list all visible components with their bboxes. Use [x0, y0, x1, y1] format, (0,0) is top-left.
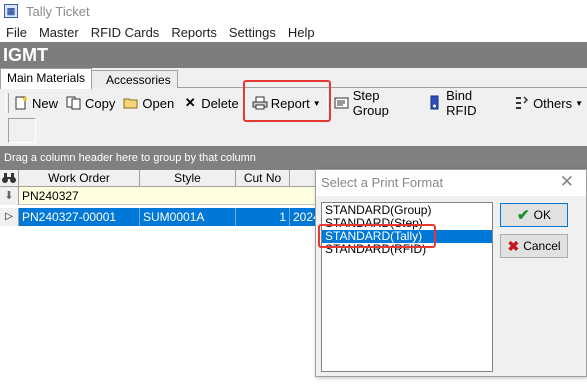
menu-rfid-cards[interactable]: RFID Cards: [85, 25, 166, 40]
column-cut-no[interactable]: Cut No: [236, 170, 290, 187]
menu-bar: File Master RFID Cards Reports Settings …: [0, 22, 587, 42]
tab-main-materials[interactable]: Main Materials: [0, 68, 93, 89]
open-button[interactable]: Open: [119, 91, 178, 115]
empty-toolbar-panel: [8, 118, 36, 143]
open-label: Open: [142, 95, 175, 111]
tab-accessories[interactable]: Accessories: [92, 70, 178, 88]
new-label: New: [32, 95, 59, 111]
company-banner: IGMT: [0, 42, 587, 68]
copy-button[interactable]: Copy: [62, 91, 119, 115]
others-icon: [514, 95, 530, 111]
column-style[interactable]: Style: [140, 170, 236, 187]
close-icon[interactable]: ✕: [560, 172, 574, 192]
cell-cut-no[interactable]: 1: [236, 208, 290, 226]
new-icon: [13, 95, 29, 111]
delete-button[interactable]: ✕ Delete: [178, 91, 243, 115]
cancel-x-icon: ✖: [507, 237, 520, 254]
menu-reports[interactable]: Reports: [165, 25, 223, 40]
column-work-order[interactable]: Work Order: [19, 170, 140, 187]
others-button[interactable]: Others ▼: [510, 91, 587, 115]
title-bar: ▦ Tally Ticket: [0, 0, 587, 22]
dialog-title: Select a Print Format: [321, 175, 444, 190]
binoculars-icon[interactable]: [0, 170, 19, 187]
cancel-label: Cancel: [523, 239, 561, 253]
format-option[interactable]: STANDARD(RFID): [322, 243, 492, 256]
print-format-dialog: Select a Print Format ✕ STANDARD(Group) …: [315, 169, 587, 377]
bind-rfid-icon: [427, 95, 443, 111]
toolbar: New Copy Open ✕ Delete Report ▼ Step Gro…: [0, 88, 587, 118]
copy-icon: [66, 95, 82, 111]
print-format-list[interactable]: STANDARD(Group) STANDARD(Step) STANDARD(…: [321, 202, 493, 372]
copy-label: Copy: [85, 95, 116, 111]
ok-label: OK: [533, 208, 551, 222]
toolbar-separator: [326, 93, 328, 113]
filter-arrow-icon: ⬇: [0, 187, 19, 205]
menu-file[interactable]: File: [0, 25, 33, 40]
others-label: Others: [533, 95, 573, 111]
bind-rfid-button[interactable]: Bind RFID: [423, 88, 510, 118]
step-group-button[interactable]: Step Group: [330, 88, 423, 118]
menu-help[interactable]: Help: [282, 25, 321, 40]
delete-icon: ✕: [184, 95, 196, 110]
window-title: Tally Ticket: [26, 3, 90, 19]
menu-settings[interactable]: Settings: [223, 25, 282, 40]
cell-work-order[interactable]: PN240327-00001: [19, 208, 140, 226]
bind-rfid-label: Bind RFID: [446, 88, 477, 118]
cell-style[interactable]: SUM0001A: [140, 208, 236, 226]
delete-label: Delete: [201, 95, 239, 111]
secondary-toolbar: [0, 117, 587, 145]
dialog-title-bar: Select a Print Format ✕: [316, 170, 586, 196]
check-icon: ✔: [517, 207, 530, 224]
printer-icon: [252, 95, 268, 111]
chevron-down-icon: ▼: [575, 98, 583, 108]
ok-button[interactable]: ✔ OK: [500, 203, 568, 227]
menu-master[interactable]: Master: [33, 25, 85, 40]
group-by-panel[interactable]: Drag a column header here to group by th…: [0, 146, 587, 170]
chevron-down-icon: ▼: [312, 98, 321, 108]
filter-value[interactable]: PN240327: [22, 187, 79, 205]
toolbar-separator: [244, 93, 246, 113]
report-label: Report: [270, 95, 310, 111]
step-group-label: Step Group: [352, 88, 389, 118]
row-pointer-icon: ▷: [0, 208, 19, 226]
step-group-icon: [334, 95, 350, 111]
open-icon: [123, 95, 139, 111]
tab-strip: Main Materials Accessories: [0, 68, 587, 89]
app-icon: ▦: [4, 4, 18, 18]
report-button[interactable]: Report ▼: [248, 91, 325, 115]
new-button[interactable]: New: [9, 91, 62, 115]
cancel-button[interactable]: ✖ Cancel: [500, 234, 568, 258]
